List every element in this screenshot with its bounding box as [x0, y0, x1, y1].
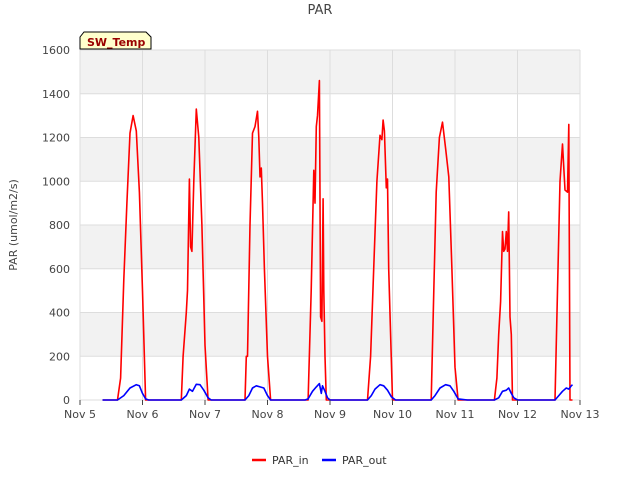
x-tick-label: Nov 11 [436, 408, 475, 421]
sw-temp-badge: SW_Temp [79, 31, 152, 50]
y-tick-label: 800 [49, 219, 70, 232]
x-tick-label: Nov 5 [64, 408, 96, 421]
chart-title: PAR [308, 3, 333, 18]
y-tick-label: 0 [63, 394, 70, 407]
y-tick-label: 400 [49, 307, 70, 320]
x-tick-label: Nov 10 [373, 408, 412, 421]
y-tick-label: 1400 [42, 88, 70, 101]
y-tick-label: 1600 [42, 44, 70, 57]
x-tick-label: Nov 7 [189, 408, 221, 421]
y-axis-ticks: 0 200 400 600 800 1000 1200 1400 1600 [42, 44, 70, 407]
x-tick-label: Nov 8 [252, 408, 284, 421]
x-tick-label: Nov 9 [314, 408, 346, 421]
x-tick-label: Nov 12 [498, 408, 537, 421]
y-tick-label: 200 [49, 350, 70, 363]
y-axis-title: PAR (umol/m2/s) [7, 179, 20, 271]
legend-label-par-in: PAR_in [272, 454, 309, 467]
y-tick-label: 1200 [42, 132, 70, 145]
badge-label: SW_Temp [87, 36, 146, 49]
legend: PAR_in PAR_out [252, 454, 387, 467]
x-axis-ticks: Nov 5 Nov 6 Nov 7 Nov 8 Nov 9 Nov 10 Nov 11 Nov… [64, 400, 599, 421]
x-tick-label: Nov 6 [127, 408, 159, 421]
y-tick-label: 600 [49, 263, 70, 276]
x-tick-label: Nov 13 [561, 408, 600, 421]
y-tick-label: 1000 [42, 175, 70, 188]
par-chart: PAR 02004006008001000120014001600 Nov 5N… [7, 3, 599, 467]
legend-label-par-out: PAR_out [342, 454, 387, 467]
